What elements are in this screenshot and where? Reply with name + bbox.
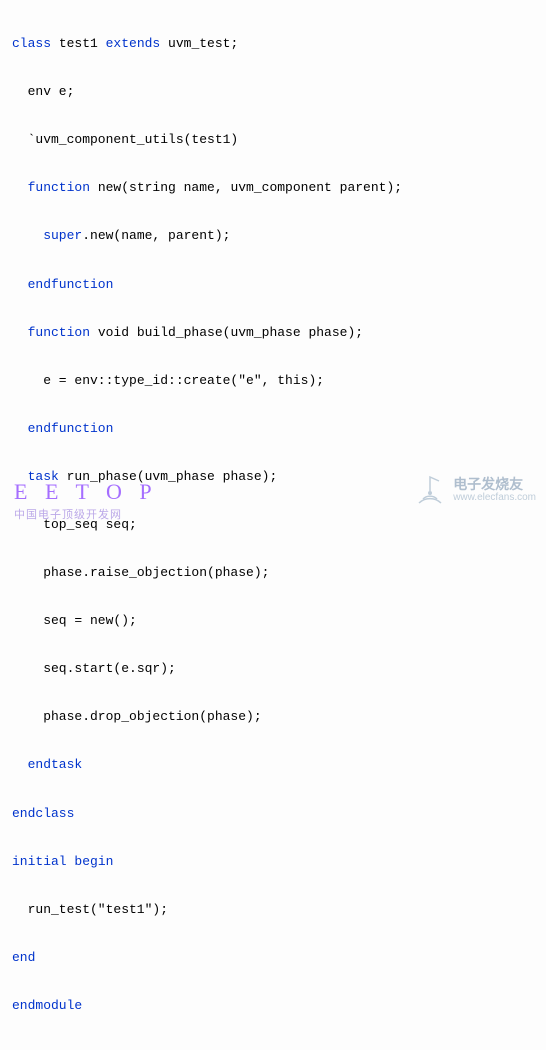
code-line: phase.drop_objection(phase); bbox=[12, 705, 534, 729]
code-line: class test1 extends uvm_test; bbox=[12, 32, 534, 56]
code-line: seq = new(); bbox=[12, 609, 534, 633]
code-line: run_test("test1"); bbox=[12, 898, 534, 922]
code-text: run_phase(uvm_phase phase); bbox=[59, 469, 277, 484]
code-line: initial begin bbox=[12, 850, 534, 874]
code-text: uvm_test; bbox=[160, 36, 238, 51]
eetop-subtitle: 中国电子顶级开发网 bbox=[14, 505, 122, 525]
elecfans-watermark: 电子发烧友 www.elecfans.com bbox=[413, 473, 536, 507]
signal-icon bbox=[413, 473, 447, 507]
code-line: end bbox=[12, 946, 534, 970]
code-line: super.new(name, parent); bbox=[12, 224, 534, 248]
code-text: new(string name, uvm_component parent); bbox=[90, 180, 402, 195]
code-line: endmodule bbox=[12, 994, 534, 1018]
code-line: phase.raise_objection(phase); bbox=[12, 561, 534, 585]
keyword-function: function bbox=[28, 325, 90, 340]
keyword-super: super bbox=[43, 228, 82, 243]
code-line: endfunction bbox=[12, 273, 534, 297]
code-line: endclass bbox=[12, 802, 534, 826]
code-line: function new(string name, uvm_component … bbox=[12, 176, 534, 200]
code-text: void build_phase(uvm_phase phase); bbox=[90, 325, 363, 340]
keyword-initial: initial bbox=[12, 854, 67, 869]
code-line: `uvm_component_utils(test1) bbox=[12, 128, 534, 152]
keyword-function: function bbox=[28, 180, 90, 195]
code-line: function void build_phase(uvm_phase phas… bbox=[12, 321, 534, 345]
code-line: seq.start(e.sqr); bbox=[12, 657, 534, 681]
code-line: endtask bbox=[12, 753, 534, 777]
code-block: class test1 extends uvm_test; env e; `uv… bbox=[0, 0, 546, 1050]
keyword-begin: begin bbox=[67, 854, 114, 869]
code-line: env e; bbox=[12, 80, 534, 104]
watermark-url: www.elecfans.com bbox=[453, 492, 536, 503]
code-line: e = env::type_id::create("e", this); bbox=[12, 369, 534, 393]
watermark-text: 电子发烧友 www.elecfans.com bbox=[453, 477, 536, 503]
code-text: .new(name, parent); bbox=[82, 228, 230, 243]
code-line: endfunction bbox=[12, 417, 534, 441]
keyword-extends: extends bbox=[106, 36, 161, 51]
keyword-task: task bbox=[28, 469, 59, 484]
keyword-class: class bbox=[12, 36, 51, 51]
code-text: test1 bbox=[51, 36, 106, 51]
watermark-chinese: 电子发烧友 bbox=[453, 477, 536, 492]
